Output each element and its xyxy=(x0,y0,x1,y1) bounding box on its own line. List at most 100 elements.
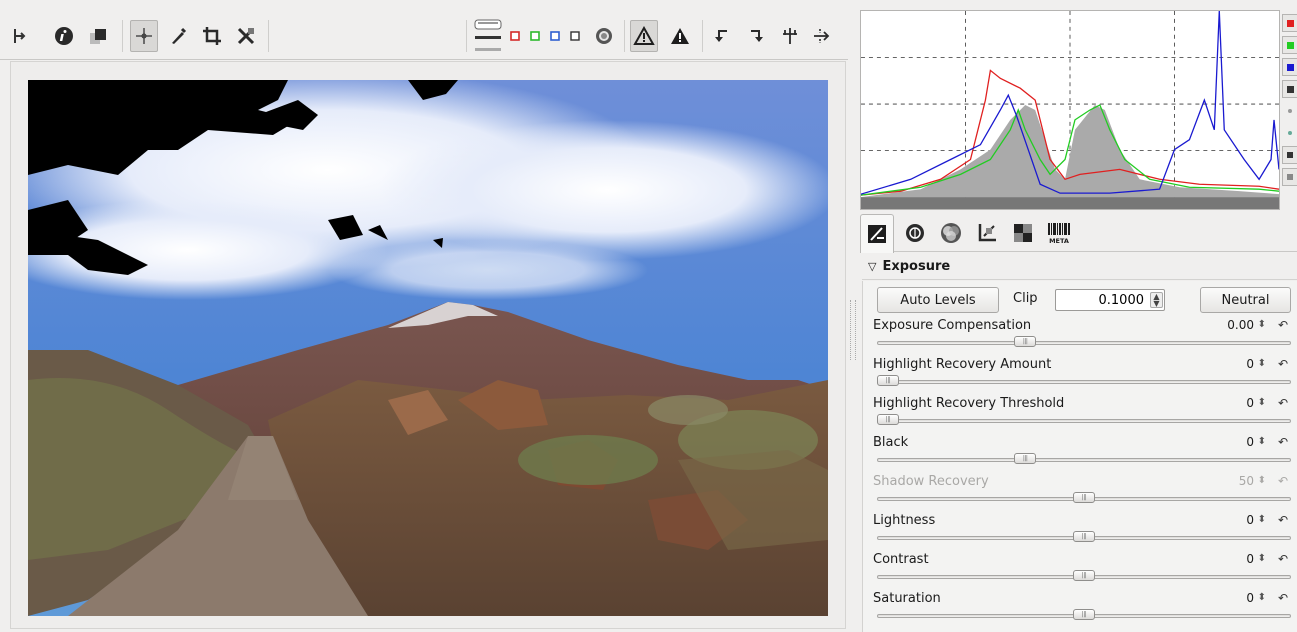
red-channel-icon[interactable] xyxy=(506,20,524,52)
param-label: Shadow Recovery xyxy=(873,474,989,489)
exposure-title: Exposure xyxy=(882,259,951,274)
editor-area xyxy=(0,0,850,632)
clip-spin-button[interactable]: ▲ ▼ xyxy=(1150,292,1163,308)
spin-icon[interactable]: ⬍ xyxy=(1258,397,1266,408)
spin-icon[interactable]: ⬍ xyxy=(1258,553,1266,564)
param-value[interactable]: 0 xyxy=(1246,552,1254,566)
spin-icon[interactable]: ⬍ xyxy=(1258,436,1266,447)
spin-icon[interactable]: ⬍ xyxy=(1258,514,1266,525)
param-slider-thumb[interactable]: ||| xyxy=(877,414,899,425)
param-slider-track[interactable] xyxy=(877,341,1291,345)
reset-icon[interactable]: ↶ xyxy=(1278,552,1288,566)
exposure-param-row: Lightness 0 ⬍ ↶ ||| xyxy=(863,513,1297,553)
color-picker-icon[interactable] xyxy=(164,20,192,52)
transform-tab-icon[interactable] xyxy=(970,216,1004,250)
param-slider-thumb[interactable]: ||| xyxy=(1014,336,1037,347)
param-slider-thumb[interactable]: ||| xyxy=(1014,453,1037,464)
bar-toggle-icon[interactable] xyxy=(1282,124,1297,142)
param-slider-thumb[interactable]: ||| xyxy=(877,375,899,386)
clip-input[interactable] xyxy=(1055,289,1165,311)
flip-horizontal-icon[interactable] xyxy=(808,20,836,52)
mode-icon[interactable] xyxy=(1282,146,1297,164)
reset-icon[interactable]: ↶ xyxy=(1278,318,1288,332)
toolbar-separator xyxy=(466,20,467,52)
exposure-body: Auto Levels Clip ▲▼ Neutral Exposure Com… xyxy=(862,281,1297,632)
param-value: 50 xyxy=(1238,474,1254,488)
param-label: Lightness xyxy=(873,513,936,528)
spin-icon[interactable]: ⬍ xyxy=(1258,592,1266,603)
param-label: Exposure Compensation xyxy=(873,318,1032,333)
toolbar-separator xyxy=(702,20,703,52)
param-value[interactable]: 0 xyxy=(1246,357,1254,371)
flip-vertical-icon[interactable] xyxy=(776,20,804,52)
raw-toggle-icon[interactable] xyxy=(1282,102,1297,120)
preview-image[interactable] xyxy=(28,80,828,616)
before-after-icon[interactable] xyxy=(84,20,112,52)
exposure-param-row: Shadow Recovery 50 ⬍ ↶ ||| xyxy=(863,474,1297,514)
param-slider-thumb[interactable]: ||| xyxy=(1073,531,1095,542)
param-label: Highlight Recovery Amount xyxy=(873,357,1052,372)
luminance-toggle-icon[interactable] xyxy=(1282,80,1297,98)
spin-icon[interactable]: ⬍ xyxy=(1258,319,1266,330)
meta-tab-label: META xyxy=(1049,237,1069,245)
param-label: Highlight Recovery Threshold xyxy=(873,396,1065,411)
rotate-right-icon[interactable] xyxy=(742,20,770,52)
green-toggle-icon[interactable] xyxy=(1282,36,1297,54)
editor-toolbar xyxy=(0,8,848,60)
toolbar-separator xyxy=(624,20,625,52)
focus-mask-icon[interactable] xyxy=(472,19,504,52)
clip-label: Clip xyxy=(1013,291,1038,306)
full-icon[interactable] xyxy=(1282,168,1297,186)
param-label: Black xyxy=(873,435,909,450)
detail-tab-icon[interactable] xyxy=(898,216,932,250)
info-icon[interactable] xyxy=(50,20,78,52)
param-value[interactable]: 0 xyxy=(1246,591,1254,605)
param-slider-track[interactable] xyxy=(877,380,1291,384)
spin-icon[interactable]: ⬍ xyxy=(1258,358,1266,369)
exposure-tab-icon[interactable] xyxy=(860,214,894,253)
param-value[interactable]: 0 xyxy=(1246,396,1254,410)
exposure-param-row: Exposure Compensation 0.00 ⬍ ↶ ||| xyxy=(863,318,1297,358)
auto-levels-button[interactable]: Auto Levels xyxy=(877,287,999,313)
exposure-header[interactable]: ▽ Exposure xyxy=(862,254,1297,280)
exposure-param-row: Contrast 0 ⬍ ↶ ||| xyxy=(863,552,1297,592)
param-slider-thumb: ||| xyxy=(1073,492,1095,503)
param-slider-track[interactable] xyxy=(877,458,1291,462)
rotate-left-icon[interactable] xyxy=(708,20,736,52)
blue-toggle-icon[interactable] xyxy=(1282,58,1297,76)
exposure-param-row: Highlight Recovery Threshold 0 ⬍ ↶ ||| xyxy=(863,396,1297,436)
exposure-param-row: Saturation 0 ⬍ ↶ ||| xyxy=(863,591,1297,631)
panel-resize-handle[interactable] xyxy=(850,300,856,360)
value-channel-icon[interactable] xyxy=(566,20,584,52)
param-value[interactable]: 0.00 xyxy=(1227,318,1254,332)
tool-tabs: META xyxy=(860,212,1297,253)
exposure-param-row: Highlight Recovery Amount 0 ⬍ ↶ ||| xyxy=(863,357,1297,397)
shadow-clip-warning-icon[interactable] xyxy=(630,20,658,52)
reset-icon[interactable]: ↶ xyxy=(1278,357,1288,371)
neutral-button[interactable]: Neutral xyxy=(1200,287,1291,313)
raw-tab-icon[interactable] xyxy=(1006,216,1040,250)
reset-icon[interactable]: ↶ xyxy=(1278,513,1288,527)
blue-channel-icon[interactable] xyxy=(546,20,564,52)
crop-icon[interactable] xyxy=(198,20,226,52)
reset-icon[interactable]: ↶ xyxy=(1278,591,1288,605)
collapse-triangle-icon[interactable]: ▽ xyxy=(868,260,876,273)
straighten-icon[interactable] xyxy=(232,20,260,52)
meta-tab-icon[interactable]: META xyxy=(1042,216,1076,250)
reset-icon[interactable]: ↶ xyxy=(1278,435,1288,449)
luminosity-icon[interactable] xyxy=(590,20,618,52)
param-slider-thumb[interactable]: ||| xyxy=(1073,609,1095,620)
param-value[interactable]: 0 xyxy=(1246,435,1254,449)
param-slider-thumb[interactable]: ||| xyxy=(1073,570,1095,581)
sidebar-toggle-icon[interactable] xyxy=(6,20,34,52)
param-label: Saturation xyxy=(873,591,941,606)
param-value[interactable]: 0 xyxy=(1246,513,1254,527)
param-slider-track[interactable] xyxy=(877,419,1291,423)
red-toggle-icon[interactable] xyxy=(1282,14,1297,32)
highlight-clip-warning-icon[interactable] xyxy=(666,20,694,52)
reset-icon[interactable]: ↶ xyxy=(1278,396,1288,410)
green-channel-icon[interactable] xyxy=(526,20,544,52)
color-tab-icon[interactable] xyxy=(934,216,968,250)
hand-tool-icon[interactable] xyxy=(130,20,158,52)
spin-icon: ⬍ xyxy=(1257,475,1266,486)
